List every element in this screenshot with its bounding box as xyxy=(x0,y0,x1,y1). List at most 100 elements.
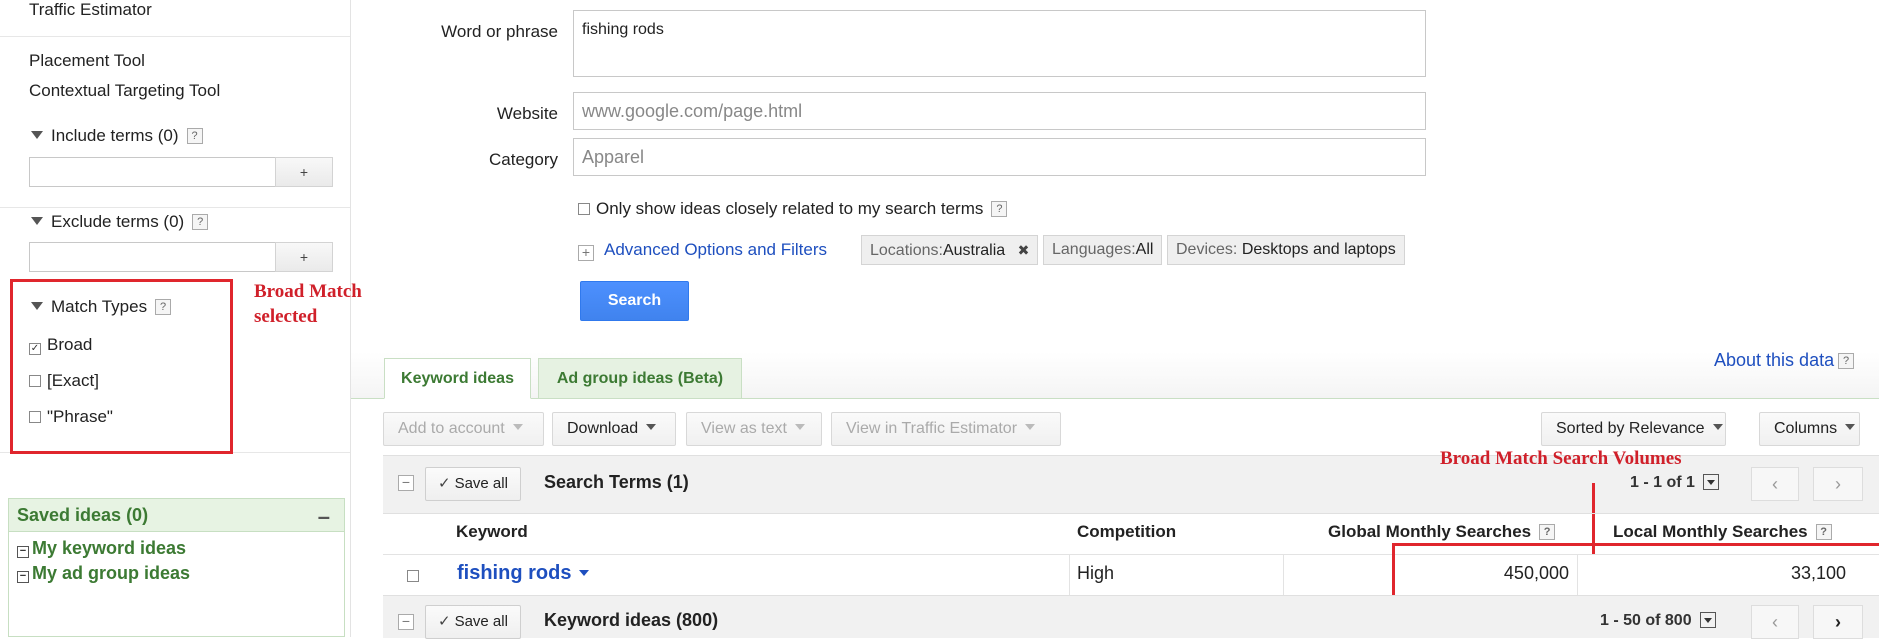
website-placeholder: www.google.com/page.html xyxy=(582,101,803,121)
sidebar-link-placement-tool[interactable]: Placement Tool xyxy=(29,51,145,71)
expand-icon[interactable]: + xyxy=(578,245,594,261)
check-icon: ✓ xyxy=(438,475,451,492)
keyword-link[interactable]: fishing rods xyxy=(457,562,590,585)
chip-key: Languages: xyxy=(1052,241,1136,258)
close-icon[interactable]: ✖ xyxy=(1018,242,1030,258)
add-to-account-button[interactable]: Add to account xyxy=(383,412,544,446)
dropdown-icon[interactable] xyxy=(1699,612,1716,628)
help-icon[interactable]: ? xyxy=(1815,524,1832,540)
range-label: 1 - 50 of 800 xyxy=(1600,612,1692,629)
tab-ad-group-ideas[interactable]: Ad group ideas (Beta) xyxy=(538,358,742,399)
search-button[interactable]: Search xyxy=(580,281,689,321)
only-related-label: Only show ideas closely related to my se… xyxy=(596,199,984,218)
keyword-text: fishing rods xyxy=(457,562,572,584)
view-as-text-button[interactable]: View as text xyxy=(686,412,822,446)
chip-locations[interactable]: Locations:Australia ✖ xyxy=(861,235,1039,265)
keyword-ideas-range[interactable]: 1 - 50 of 800 xyxy=(1600,612,1716,630)
save-all-button[interactable]: ✓ Save all xyxy=(425,467,521,501)
triangle-down-icon xyxy=(31,131,43,139)
help-icon[interactable]: ? xyxy=(186,128,203,144)
collapse-box-icon[interactable]: − xyxy=(17,571,29,583)
column-header-label: Local Monthly Searches xyxy=(1613,522,1808,541)
button-label: Save all xyxy=(454,613,508,630)
caret-down-icon xyxy=(1845,424,1856,430)
saved-ideas-header[interactable]: Saved ideas (0) – xyxy=(9,499,344,532)
help-icon[interactable]: ? xyxy=(1838,353,1855,369)
caret-down-icon[interactable] xyxy=(579,570,590,576)
checkbox-icon[interactable] xyxy=(578,203,590,215)
button-label: View in Traffic Estimator xyxy=(846,420,1018,437)
category-label: Category xyxy=(489,150,558,169)
collapse-icon[interactable]: − xyxy=(398,475,414,491)
next-page-button[interactable]: › xyxy=(1813,605,1863,639)
annotation-line: Broad Match xyxy=(254,281,362,302)
save-all-button[interactable]: ✓ Save all xyxy=(425,605,521,639)
download-button[interactable]: Download xyxy=(552,412,676,446)
tab-keyword-ideas[interactable]: Keyword ideas xyxy=(384,358,531,399)
column-header-global-searches[interactable]: Global Monthly Searches? xyxy=(1328,522,1556,542)
column-divider xyxy=(1283,555,1284,595)
keyword-ideas-title: Keyword ideas (800) xyxy=(544,610,719,630)
search-terms-range[interactable]: 1 - 1 of 1 xyxy=(1630,474,1719,492)
word-phrase-input[interactable]: fishing rods xyxy=(573,10,1426,77)
include-terms-add-button[interactable]: + xyxy=(275,157,333,187)
annotation-box-match-types xyxy=(10,279,233,454)
chip-languages[interactable]: Languages:All xyxy=(1043,235,1163,265)
include-terms-label: Include terms (0) xyxy=(51,126,179,145)
annotation-line: selected xyxy=(254,306,318,327)
caret-down-icon xyxy=(646,424,657,430)
saved-item-label: My ad group ideas xyxy=(32,563,191,583)
help-icon[interactable]: ? xyxy=(1539,524,1556,540)
sort-dropdown[interactable]: Sorted by Relevance xyxy=(1541,412,1726,446)
saved-item-keyword-ideas[interactable]: − My keyword ideas xyxy=(17,536,344,561)
help-icon[interactable]: ? xyxy=(192,214,209,230)
advanced-options-link[interactable]: Advanced Options and Filters xyxy=(604,240,827,259)
button-label: Add to account xyxy=(398,420,505,437)
category-input[interactable]: Apparel xyxy=(573,138,1426,176)
chip-value: Desktops and laptops xyxy=(1241,241,1396,258)
row-checkbox-icon[interactable] xyxy=(407,570,419,582)
next-page-button[interactable]: › xyxy=(1813,467,1863,501)
saved-item-ad-group-ideas[interactable]: − My ad group ideas xyxy=(17,561,344,586)
collapse-icon[interactable]: − xyxy=(398,614,414,630)
column-header-local-searches[interactable]: Local Monthly Searches? xyxy=(1613,522,1832,542)
category-placeholder: Apparel xyxy=(582,147,645,167)
prev-page-button[interactable]: ‹ xyxy=(1751,467,1799,501)
about-this-data[interactable]: About this data? xyxy=(1714,350,1855,371)
include-terms-header[interactable]: Include terms (0)? xyxy=(31,126,203,146)
website-input[interactable]: www.google.com/page.html xyxy=(573,92,1426,130)
website-label: Website xyxy=(496,104,558,123)
sidebar-divider xyxy=(0,36,350,37)
exclude-terms-header[interactable]: Exclude terms (0)? xyxy=(31,212,209,232)
exclude-terms-label: Exclude terms (0) xyxy=(51,212,185,231)
chip-value: All xyxy=(1135,241,1154,258)
button-label: Download xyxy=(567,420,639,437)
prev-page-button[interactable]: ‹ xyxy=(1751,605,1799,639)
button-label: View as text xyxy=(701,420,787,437)
caret-down-icon xyxy=(1712,424,1723,430)
exclude-terms-add-button[interactable]: + xyxy=(275,242,333,272)
caret-down-icon xyxy=(1025,424,1036,430)
triangle-down-icon xyxy=(31,217,43,225)
collapse-box-icon[interactable]: − xyxy=(17,546,29,558)
columns-dropdown[interactable]: Columns xyxy=(1759,412,1860,446)
sidebar-link-traffic-estimator[interactable]: Traffic Estimator xyxy=(29,0,152,20)
exclude-terms-input[interactable] xyxy=(29,242,276,272)
button-label: Sorted by Relevance xyxy=(1556,420,1705,437)
only-related-option[interactable]: Only show ideas closely related to my se… xyxy=(578,199,1008,219)
collapse-icon[interactable]: – xyxy=(318,501,330,533)
view-in-traffic-estimator-button[interactable]: View in Traffic Estimator xyxy=(831,412,1061,446)
sidebar-link-contextual-tool[interactable]: Contextual Targeting Tool xyxy=(29,81,220,101)
include-terms-input[interactable] xyxy=(29,157,276,187)
about-link[interactable]: About this data xyxy=(1714,350,1834,370)
chip-devices[interactable]: Devices: Desktops and laptops xyxy=(1167,235,1405,265)
caret-down-icon xyxy=(512,424,523,430)
cell-competition: High xyxy=(1077,563,1115,583)
column-divider xyxy=(1069,555,1070,595)
advanced-options-toggle[interactable]: + Advanced Options and Filters xyxy=(578,240,827,261)
column-header-keyword[interactable]: Keyword xyxy=(456,522,528,542)
dropdown-icon[interactable] xyxy=(1702,474,1719,490)
help-icon[interactable]: ? xyxy=(991,201,1008,217)
column-header-competition[interactable]: Competition xyxy=(1077,522,1176,542)
saved-ideas-panel: Saved ideas (0) – − My keyword ideas − My … xyxy=(8,498,345,637)
